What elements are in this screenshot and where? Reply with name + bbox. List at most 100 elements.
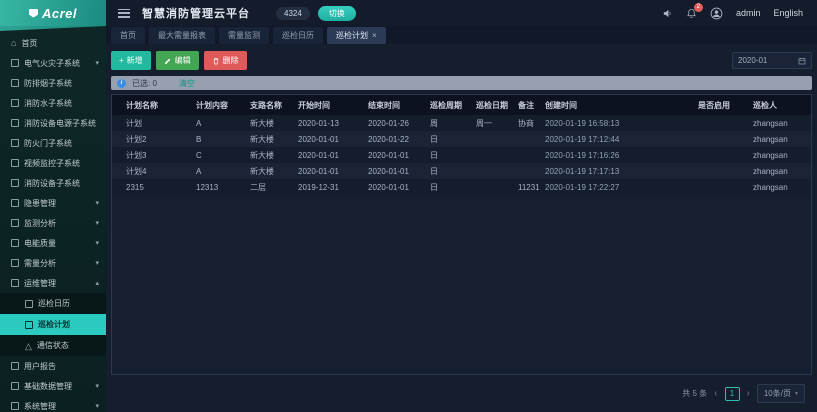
- tab-home[interactable]: 首页: [111, 27, 145, 44]
- collapse-menu-icon[interactable]: [118, 9, 130, 18]
- clear-selection-link[interactable]: 清空: [179, 78, 195, 89]
- fire-equipment-icon: [11, 179, 19, 187]
- sidebar-item-label: 监测分析: [24, 218, 56, 229]
- cell-created: 2020-01-19 17:12:44: [545, 135, 698, 144]
- tab-strip: 首页 最大需量报表 需量监测 巡检日历 巡检计划 ×: [106, 26, 817, 44]
- calendar-icon: [25, 300, 33, 308]
- sidebar-item-system-management[interactable]: 系统管理 ▾: [0, 396, 106, 412]
- plus-icon: +: [119, 56, 124, 65]
- chevron-down-icon: ▾: [95, 199, 99, 207]
- monitor-analysis-icon: [11, 219, 19, 227]
- table-row[interactable]: 2315 12313 二层 2019-12-31 2020-01-01 日 11…: [112, 179, 811, 195]
- page-number[interactable]: 1: [725, 387, 740, 401]
- prev-page-icon[interactable]: ‹: [714, 390, 717, 398]
- chevron-down-icon: ▾: [95, 402, 99, 410]
- close-icon[interactable]: ×: [372, 31, 377, 40]
- column-header-start-time: 开始时间: [298, 100, 368, 111]
- tab-inspection-plan[interactable]: 巡检计划 ×: [327, 27, 386, 44]
- cell-start: 2020-01-13: [298, 119, 368, 128]
- sidebar-item-label: 通信状态: [37, 340, 69, 351]
- next-page-icon[interactable]: ›: [747, 390, 750, 398]
- tab-demand-monitor[interactable]: 需量监测: [219, 27, 269, 44]
- sidebar-item-monitor-analysis[interactable]: 监测分析 ▾: [0, 213, 106, 233]
- brand-name: Acrel: [42, 6, 77, 21]
- page-size-value: 10条/页: [764, 388, 791, 399]
- sidebar-item-demand-analysis[interactable]: 需量分析 ▾: [0, 253, 106, 273]
- avatar[interactable]: [710, 7, 723, 20]
- sidebar-item-fire-equipment[interactable]: 消防设备子系统: [0, 173, 106, 193]
- sidebar-item-user-report[interactable]: 用户报告: [0, 356, 106, 376]
- username[interactable]: admin: [736, 8, 761, 18]
- sidebar: ⌂ 首页 电气火灾子系统 ▾ 防排烟子系统 消防水子系统 消防设备电源子系统 防…: [0, 26, 106, 412]
- power-quality-icon: [11, 239, 19, 247]
- cell-branch: 新大楼: [250, 118, 298, 129]
- cell-cycle: 日: [430, 134, 476, 145]
- comm-status-icon: △: [25, 342, 32, 350]
- cell-plan-name: 计划4: [126, 166, 196, 177]
- cell-start: 2019-12-31: [298, 183, 368, 192]
- volume-icon[interactable]: [662, 8, 673, 19]
- page-size-select[interactable]: 10条/页 ▾: [757, 384, 805, 403]
- column-header-plan-name: 计划名称: [126, 100, 196, 111]
- table-row[interactable]: 计划4 A 新大楼 2020-01-01 2020-01-01 日 2020-0…: [112, 163, 811, 179]
- cell-remark: 11231: [518, 183, 545, 192]
- delete-icon: [212, 57, 220, 65]
- cell-remark: 协商: [518, 118, 545, 129]
- table-row[interactable]: 计划3 C 新大楼 2020-01-01 2020-01-01 日 2020-0…: [112, 147, 811, 163]
- cell-end: 2020-01-01: [368, 151, 430, 160]
- sidebar-item-equipment-power[interactable]: 消防设备电源子系统: [0, 113, 106, 133]
- delete-button[interactable]: 删除: [204, 51, 247, 70]
- alarm-count-badge[interactable]: 4324: [276, 7, 310, 20]
- cell-plan-name: 计划: [126, 118, 196, 129]
- sidebar-item-ops-management[interactable]: 运维管理 ▴: [0, 273, 106, 293]
- sidebar-item-label: 巡检日历: [38, 298, 70, 309]
- add-button-label: 新增: [127, 55, 143, 66]
- tab-label: 最大需量报表: [158, 30, 206, 41]
- sidebar-item-inspection-plan[interactable]: 巡检计划: [0, 314, 106, 335]
- cell-created: 2020-01-19 17:22:27: [545, 183, 698, 192]
- switch-button[interactable]: 切换: [318, 6, 356, 21]
- chevron-down-icon: ▾: [95, 382, 99, 390]
- column-header-remark: 备注: [518, 100, 545, 111]
- tab-max-demand-report[interactable]: 最大需量报表: [149, 27, 215, 44]
- column-header-inspect-date: 巡检日期: [476, 100, 518, 111]
- sidebar-item-label: 防火门子系统: [24, 138, 72, 149]
- cell-created: 2020-01-19 17:16:26: [545, 151, 698, 160]
- sidebar-item-electrical-fire[interactable]: 电气火灾子系统 ▾: [0, 53, 106, 73]
- sidebar-item-home[interactable]: ⌂ 首页: [0, 33, 106, 53]
- table-row[interactable]: 计划2 B 新大楼 2020-01-01 2020-01-22 日 2020-0…: [112, 131, 811, 147]
- fire-water-icon: [11, 99, 19, 107]
- cell-cycle: 日: [430, 150, 476, 161]
- sidebar-item-power-quality[interactable]: 电能质量 ▾: [0, 233, 106, 253]
- sidebar-item-smoke-vent[interactable]: 防排烟子系统: [0, 73, 106, 93]
- sidebar-item-hazard-management[interactable]: 隐患管理 ▾: [0, 193, 106, 213]
- cell-end: 2020-01-01: [368, 183, 430, 192]
- equipment-power-icon: [11, 119, 19, 127]
- plan-icon: [25, 321, 33, 329]
- notifications-bell-icon[interactable]: 2: [686, 8, 697, 19]
- month-picker[interactable]: 2020-01: [732, 52, 812, 69]
- acrel-logo-icon: [29, 9, 38, 18]
- cell-inspector: zhangsan: [753, 119, 811, 128]
- language-switch[interactable]: English: [773, 8, 803, 18]
- sidebar-item-fire-door[interactable]: 防火门子系统: [0, 133, 106, 153]
- sidebar-item-label: 用户报告: [24, 361, 56, 372]
- cell-created: 2020-01-19 16:58:13: [545, 119, 698, 128]
- tab-inspection-calendar[interactable]: 巡检日历: [273, 27, 323, 44]
- tab-label: 需量监测: [228, 30, 260, 41]
- pagination-total: 共 5 条: [682, 388, 707, 399]
- sidebar-item-label: 巡检计划: [38, 319, 70, 330]
- sidebar-item-inspection-calendar[interactable]: 巡检日历: [0, 293, 106, 314]
- hazard-icon: [11, 199, 19, 207]
- add-button[interactable]: + 新增: [111, 51, 151, 70]
- sidebar-item-fire-water[interactable]: 消防水子系统: [0, 93, 106, 113]
- video-monitor-icon: [11, 159, 19, 167]
- sidebar-item-comm-status[interactable]: △ 通信状态: [0, 335, 106, 356]
- sidebar-item-video-monitor[interactable]: 视频监控子系统: [0, 153, 106, 173]
- selected-count-text: 已选: 0: [132, 78, 157, 89]
- sidebar-item-label: 首页: [21, 38, 37, 49]
- cell-branch: 二层: [250, 182, 298, 193]
- sidebar-item-base-data[interactable]: 基础数据管理 ▾: [0, 376, 106, 396]
- edit-button[interactable]: 编辑: [156, 51, 199, 70]
- table-row[interactable]: 计划 A 新大楼 2020-01-13 2020-01-26 周 周一 协商 2…: [112, 115, 811, 131]
